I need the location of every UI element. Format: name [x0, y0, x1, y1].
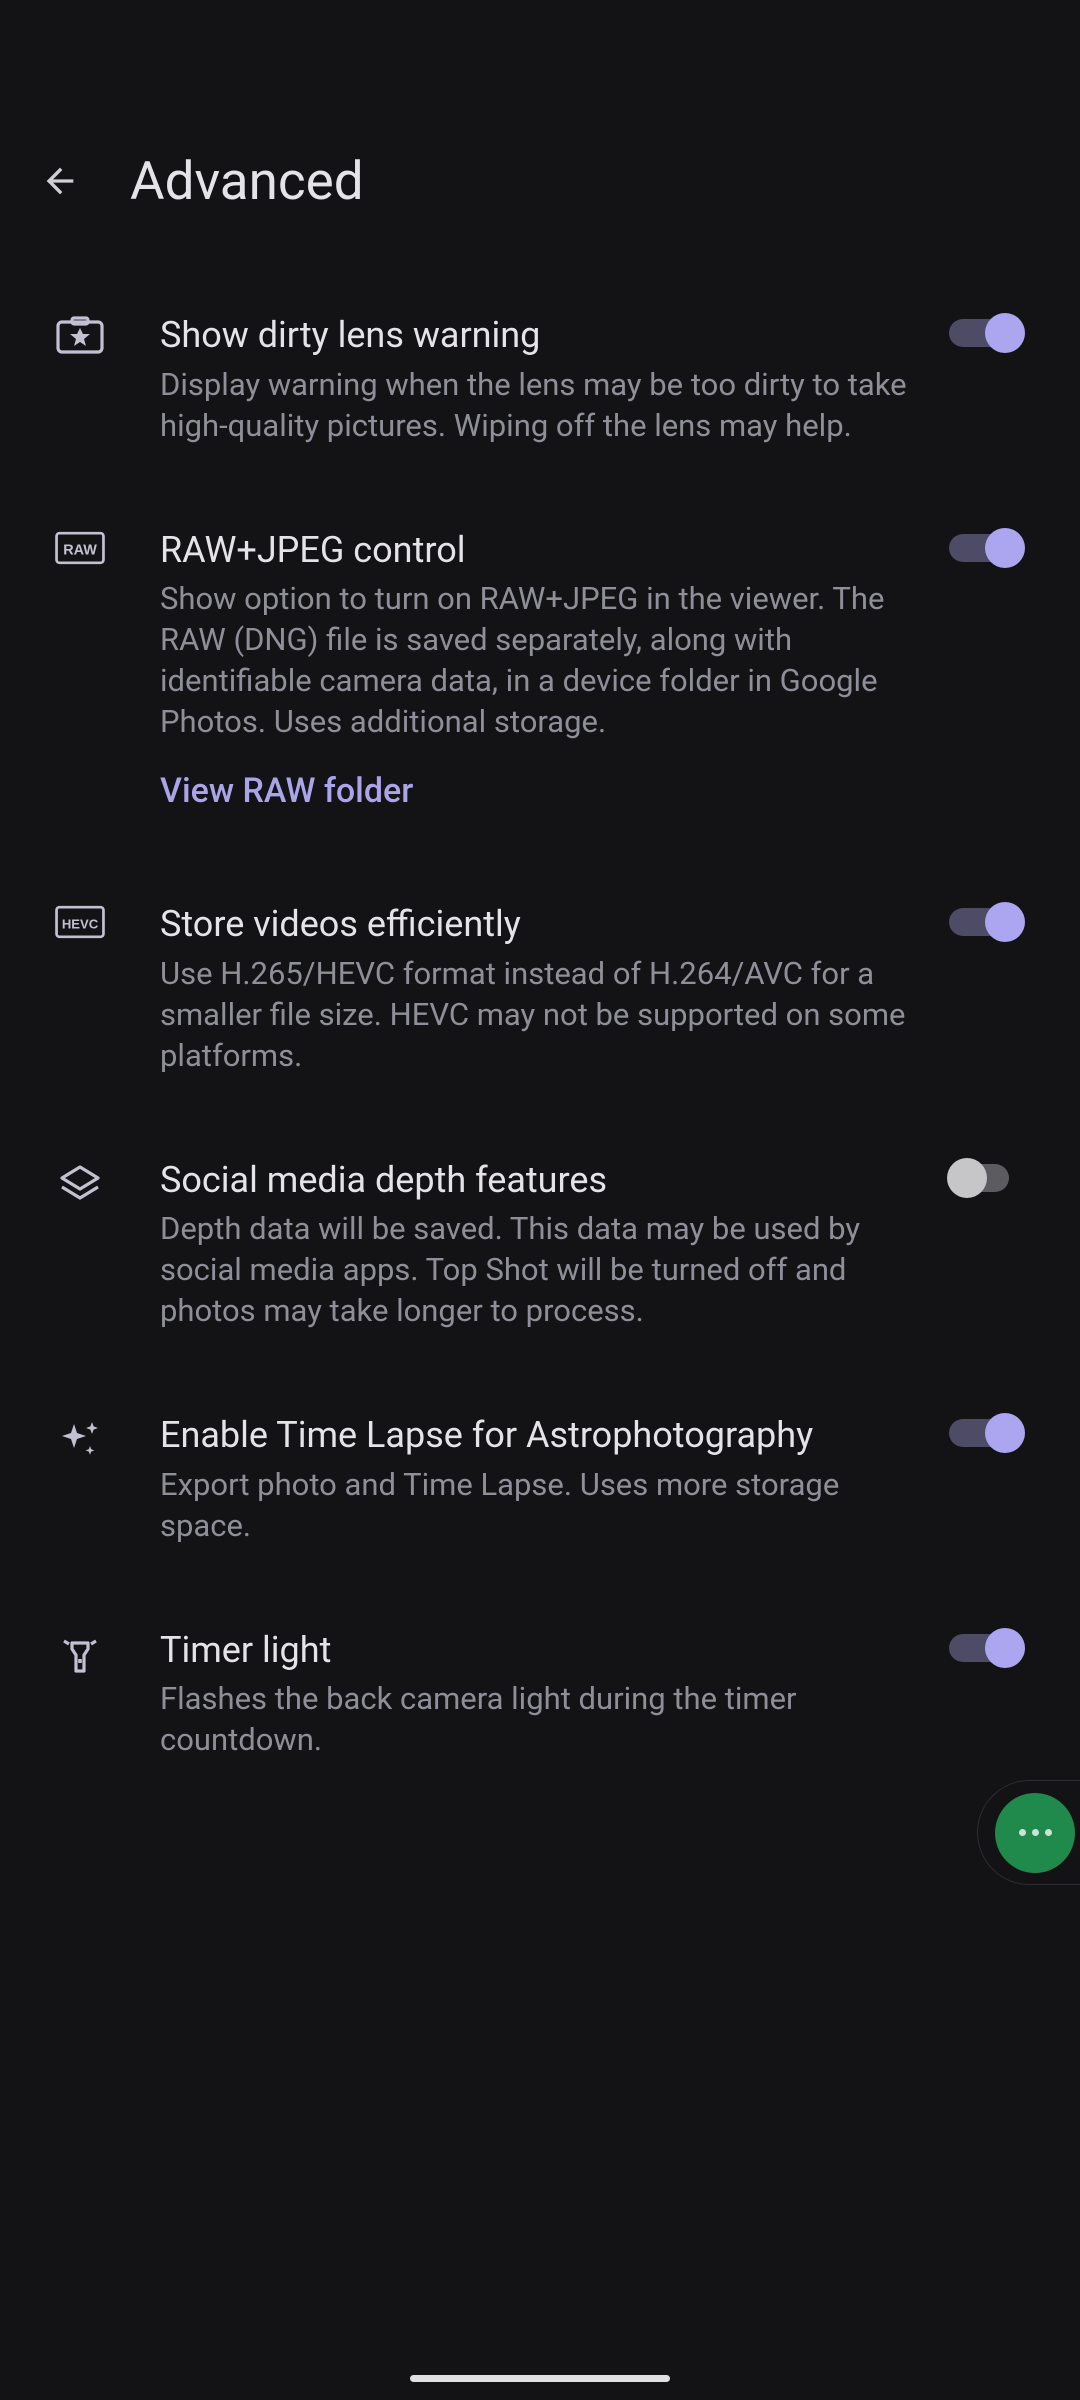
settings-list: Show dirty lens warning Display warning … — [0, 242, 1080, 1801]
toggle-astro[interactable] — [947, 1418, 1025, 1448]
layers-icon — [55, 1157, 105, 1209]
setting-hevc[interactable]: HEVC Store videos efficiently Use H.265/… — [55, 861, 1025, 1117]
setting-title: Store videos efficiently — [160, 901, 921, 948]
setting-desc: Flashes the back camera light during the… — [160, 1679, 921, 1761]
toggle-depth[interactable] — [947, 1163, 1025, 1193]
setting-astro[interactable]: Enable Time Lapse for Astrophotography E… — [55, 1372, 1025, 1587]
setting-title: Show dirty lens warning — [160, 312, 921, 359]
view-raw-folder-link[interactable]: View RAW folder — [160, 771, 413, 811]
setting-title: Timer light — [160, 1627, 921, 1674]
setting-depth[interactable]: Social media depth features Depth data w… — [55, 1117, 1025, 1373]
setting-desc: Show option to turn on RAW+JPEG in the v… — [160, 579, 921, 743]
assist-fab[interactable] — [977, 1780, 1080, 1885]
svg-text:HEVC: HEVC — [62, 917, 99, 932]
flashlight-icon — [55, 1627, 105, 1679]
setting-title: Social media depth features — [160, 1157, 921, 1204]
toggle-raw-jpeg[interactable] — [947, 533, 1025, 563]
raw-icon: RAW — [55, 527, 105, 565]
setting-timer-light[interactable]: Timer light Flashes the back camera ligh… — [55, 1587, 1025, 1802]
toggle-hevc[interactable] — [947, 907, 1025, 937]
setting-desc: Export photo and Time Lapse. Uses more s… — [160, 1465, 921, 1547]
hevc-icon: HEVC — [55, 901, 105, 939]
header: Advanced — [0, 0, 1080, 242]
setting-title: Enable Time Lapse for Astrophotography — [160, 1412, 921, 1459]
sparkles-icon — [55, 1412, 105, 1464]
back-button[interactable] — [40, 161, 80, 201]
setting-raw-jpeg[interactable]: RAW RAW+JPEG control Show option to turn… — [55, 487, 1025, 851]
toggle-dirty-lens[interactable] — [947, 318, 1025, 348]
setting-desc: Depth data will be saved. This data may … — [160, 1209, 921, 1332]
nav-handle[interactable] — [410, 2375, 670, 2382]
setting-dirty-lens[interactable]: Show dirty lens warning Display warning … — [55, 272, 1025, 487]
setting-title: RAW+JPEG control — [160, 527, 921, 574]
arrow-left-icon — [40, 161, 80, 201]
toggle-timer-light[interactable] — [947, 1633, 1025, 1663]
setting-desc: Display warning when the lens may be too… — [160, 365, 921, 447]
dirty-lens-icon — [55, 312, 105, 356]
page-title: Advanced — [130, 150, 364, 212]
svg-text:RAW: RAW — [63, 542, 97, 558]
setting-desc: Use H.265/HEVC format instead of H.264/A… — [160, 954, 921, 1077]
more-icon — [995, 1793, 1075, 1873]
